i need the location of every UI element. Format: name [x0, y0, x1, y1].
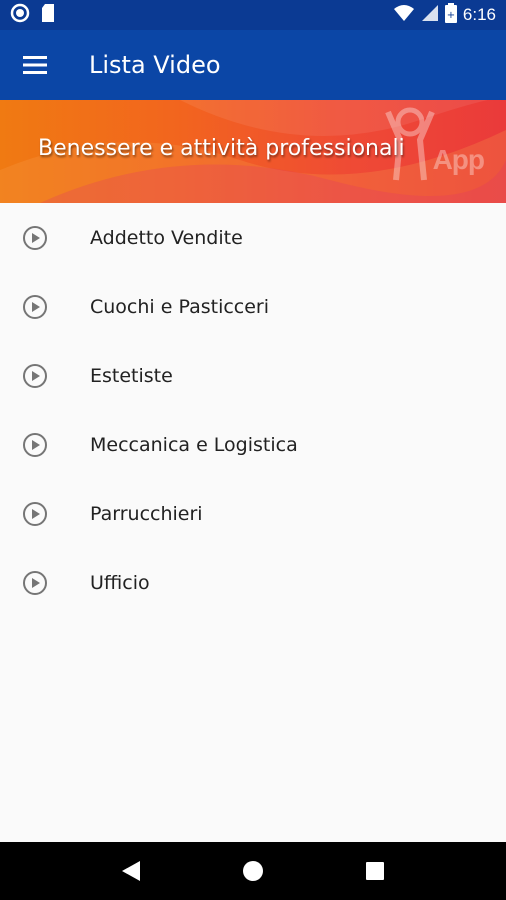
- wifi-icon: [393, 4, 415, 26]
- play-circle-icon: [0, 570, 90, 596]
- play-circle-icon: [0, 363, 90, 389]
- app-bar: Lista Video: [0, 30, 506, 100]
- video-list-item[interactable]: Ufficio: [0, 548, 506, 617]
- video-list-item[interactable]: Estetiste: [0, 341, 506, 410]
- video-list: Addetto Vendite Cuochi e Pasticceri Este…: [0, 203, 506, 617]
- sd-card-icon: [40, 3, 56, 27]
- recents-icon[interactable]: [355, 851, 395, 891]
- play-circle-icon: [0, 294, 90, 320]
- signal-icon: [421, 4, 439, 26]
- play-circle-icon: [0, 225, 90, 251]
- video-item-label: Addetto Vendite: [90, 226, 243, 249]
- page-title: Lista Video: [89, 51, 221, 79]
- back-icon[interactable]: [111, 851, 151, 891]
- category-banner: App Benessere e attività professionali: [0, 100, 506, 203]
- video-list-item[interactable]: Parrucchieri: [0, 479, 506, 548]
- video-item-label: Ufficio: [90, 571, 150, 594]
- video-list-item[interactable]: Cuochi e Pasticceri: [0, 272, 506, 341]
- video-list-item[interactable]: Addetto Vendite: [0, 203, 506, 272]
- battery-icon: +: [444, 3, 457, 27]
- system-nav-bar: [0, 842, 506, 900]
- status-time: 6:16: [462, 5, 496, 24]
- banner-logo-text: App: [432, 144, 485, 175]
- video-item-label: Meccanica e Logistica: [90, 433, 298, 456]
- hamburger-menu-icon[interactable]: [0, 30, 70, 100]
- home-icon[interactable]: [233, 851, 273, 891]
- play-circle-icon: [0, 501, 90, 527]
- video-item-label: Parrucchieri: [90, 502, 203, 525]
- video-item-label: Cuochi e Pasticceri: [90, 295, 270, 318]
- record-icon: [10, 3, 30, 27]
- status-bar: + 6:16: [0, 0, 506, 30]
- video-list-item[interactable]: Meccanica e Logistica: [0, 410, 506, 479]
- play-circle-icon: [0, 432, 90, 458]
- svg-text:+: +: [447, 10, 455, 21]
- banner-title: Benessere e attività professionali: [38, 136, 405, 161]
- video-item-label: Estetiste: [90, 364, 173, 387]
